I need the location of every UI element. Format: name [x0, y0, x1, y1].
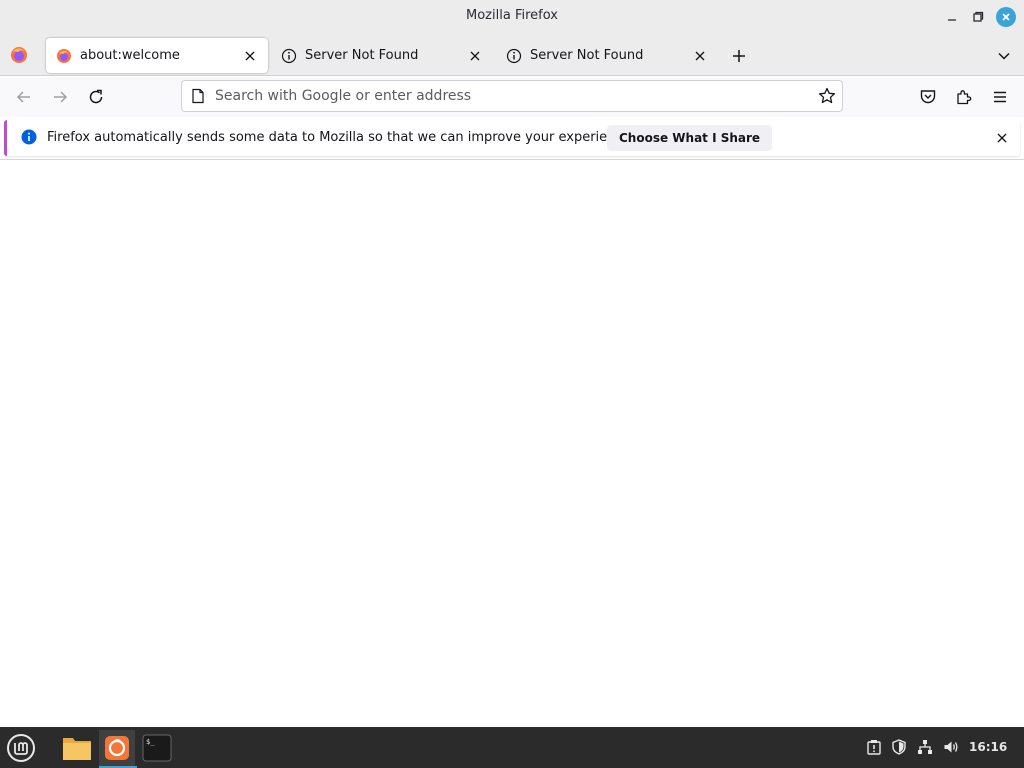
tab-label: Server Not Found [530, 48, 644, 63]
maximize-button[interactable] [967, 6, 989, 28]
close-icon [695, 51, 705, 60]
tab-close-button[interactable] [242, 48, 258, 64]
network-icon [918, 740, 932, 754]
update-manager-icon [867, 740, 881, 755]
tab-label: Server Not Found [305, 48, 419, 63]
tab-about-welcome[interactable]: about:welcome [46, 38, 268, 73]
arrow-right-icon [54, 91, 68, 103]
firefox-launcher[interactable] [99, 730, 137, 768]
svg-text:$_: $_ [146, 738, 155, 746]
security-tray[interactable] [890, 738, 908, 756]
choose-what-i-share-button[interactable]: Choose What I Share [607, 125, 773, 151]
update-manager-tray[interactable] [865, 738, 883, 756]
extensions-button[interactable] [952, 85, 976, 109]
firefox-icon [11, 47, 27, 63]
page-icon [192, 88, 204, 104]
window-title: Mozilla Firefox [466, 8, 558, 23]
data-collection-notification: Firefox automatically sends some data to… [4, 120, 1020, 156]
save-to-pocket-button[interactable] [916, 85, 940, 109]
tab-strip: about:welcome Server Not Found Server No… [0, 34, 1024, 76]
reload-button[interactable] [84, 85, 108, 109]
firefox-view-button[interactable] [9, 45, 29, 65]
chevron-down-icon [998, 52, 1010, 60]
arrow-left-icon [16, 91, 30, 103]
system-taskbar: $_ 16:16 [0, 727, 1024, 768]
puzzle-icon [957, 90, 972, 105]
url-input[interactable] [215, 85, 805, 107]
tab-close-button[interactable] [467, 48, 483, 64]
hamburger-menu-icon [994, 91, 1006, 103]
pocket-icon [920, 90, 936, 104]
tab-label: about:welcome [80, 48, 180, 63]
notification-close-button[interactable] [994, 130, 1010, 146]
list-all-tabs-button[interactable] [993, 45, 1015, 67]
shield-icon [892, 739, 906, 755]
terminal-icon: $_ [142, 734, 172, 762]
tab-close-button[interactable] [692, 48, 708, 64]
plus-icon [733, 50, 745, 62]
restore-icon [973, 11, 984, 22]
window-titlebar: Mozilla Firefox [0, 0, 1024, 34]
close-icon [245, 51, 255, 60]
new-tab-button[interactable] [728, 45, 750, 67]
firefox-icon [57, 48, 71, 63]
close-icon [470, 51, 480, 60]
application-menu-button[interactable] [988, 85, 1012, 109]
firefox-icon [105, 736, 129, 760]
files-icon [63, 738, 91, 760]
mint-menu-icon [7, 734, 35, 762]
info-icon [281, 48, 297, 63]
close-icon [997, 133, 1007, 143]
close-icon [1002, 13, 1010, 21]
back-button[interactable] [12, 85, 36, 109]
info-icon [21, 129, 37, 145]
info-icon [506, 48, 522, 63]
start-menu-button[interactable] [3, 730, 39, 766]
tab-server-not-found[interactable]: Server Not Found [271, 38, 493, 73]
volume-icon [944, 741, 958, 753]
terminal-launcher[interactable]: $_ [139, 730, 175, 766]
network-tray[interactable] [916, 738, 934, 756]
minimize-button[interactable] [941, 6, 963, 28]
notification-message: Firefox automatically sends some data to… [47, 130, 635, 145]
page-content[interactable] [0, 160, 1024, 726]
reload-icon [89, 89, 103, 104]
tab-server-not-found-2[interactable]: Server Not Found [496, 38, 718, 73]
address-bar[interactable] [181, 80, 843, 112]
clock[interactable]: 16:16 [969, 740, 1007, 754]
minimize-icon [948, 19, 956, 21]
forward-button[interactable] [48, 85, 72, 109]
navigation-toolbar [0, 77, 1024, 117]
volume-tray[interactable] [942, 738, 960, 756]
close-window-button[interactable] [995, 6, 1017, 28]
bookmark-star-icon[interactable] [818, 87, 836, 105]
files-launcher[interactable] [59, 730, 95, 766]
